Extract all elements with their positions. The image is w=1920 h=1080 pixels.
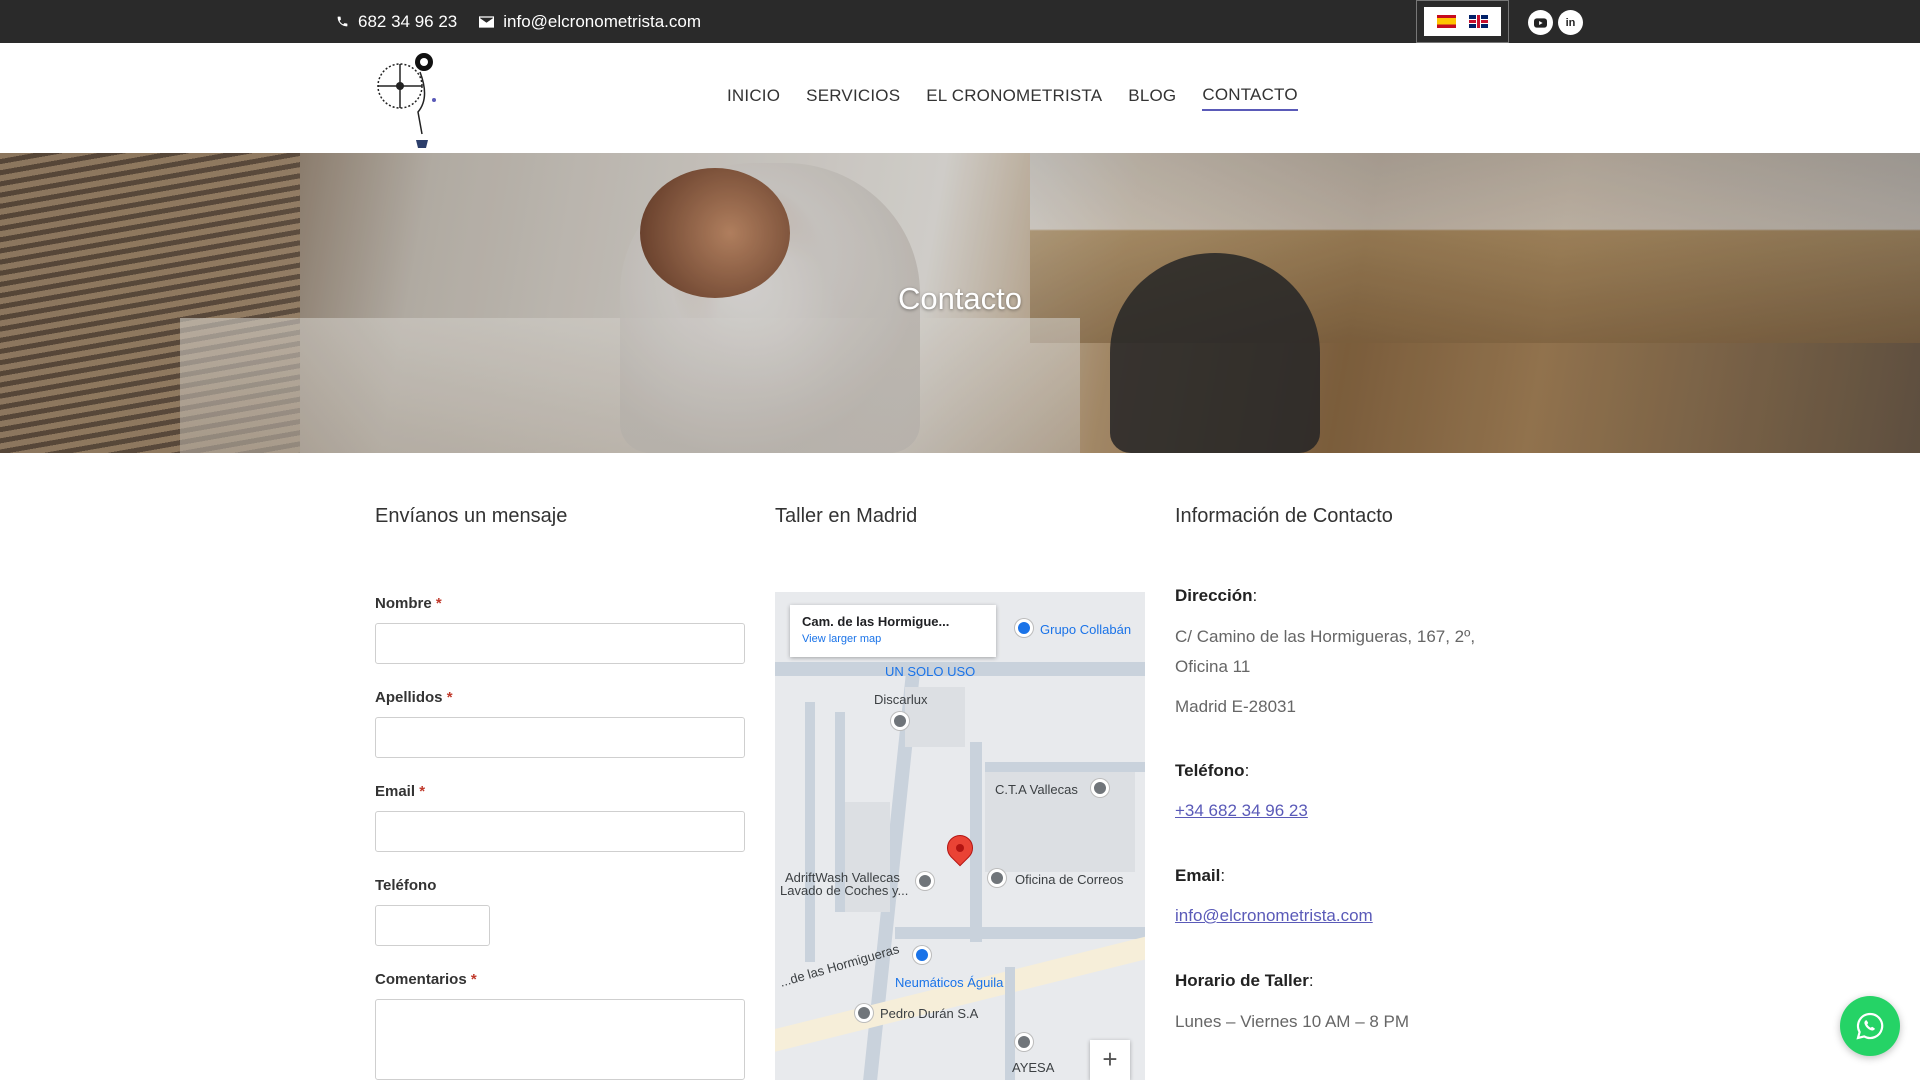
phone-link[interactable]: +34 682 34 96 23: [1175, 801, 1308, 821]
map-street: [775, 933, 1145, 1053]
linkedin-icon[interactable]: in: [1558, 10, 1583, 35]
label-email-text: Email: [375, 783, 416, 800]
colon: :: [1308, 971, 1314, 990]
map-poi-icon[interactable]: [891, 712, 909, 730]
map-label-discarlux: Discarlux: [874, 692, 928, 707]
map-road: [895, 927, 1145, 939]
hours-heading: Horario de Taller:: [1175, 971, 1314, 991]
top-contact: 682 34 96 23 info@elcronometrista.com: [336, 0, 701, 43]
envelope-icon[interactable]: [988, 869, 1006, 887]
colon: :: [1244, 761, 1250, 780]
whatsapp-icon: [1856, 1012, 1884, 1040]
site-header: INICIO SERVICIOS EL CRONOMETRISTA BLOG C…: [0, 43, 1920, 153]
phone-icon: [337, 16, 348, 27]
nav-servicios[interactable]: SERVICIOS: [806, 86, 900, 110]
top-bar: 682 34 96 23 info@elcronometrista.com in: [0, 0, 1920, 43]
social-links: in: [1528, 10, 1583, 35]
top-email-text: info@elcronometrista.com: [503, 11, 701, 31]
address-line1: C/ Camino de las Hormigueras, 167, 2º, O…: [1175, 627, 1476, 676]
map-info-card: Cam. de las Hormigue... View larger map: [790, 605, 996, 657]
label-nombre: Nombre *: [375, 595, 442, 612]
map-road: [985, 762, 1145, 772]
envelope-icon: [479, 15, 495, 28]
email-link[interactable]: info@elcronometrista.com: [1175, 906, 1373, 926]
map-label-neumaticos: Neumáticos Águila: [895, 975, 1004, 990]
map-poi-icon[interactable]: [913, 946, 931, 964]
required-mark: *: [446, 689, 453, 706]
map-poi-icon[interactable]: [1015, 619, 1033, 637]
label-apellidos-text: Apellidos: [375, 689, 443, 706]
map-poi-icon[interactable]: [1015, 1033, 1033, 1051]
language-switcher: [1416, 0, 1509, 43]
spain-flag-icon[interactable]: [1436, 15, 1456, 28]
label-nombre-text: Nombre: [375, 595, 432, 612]
map-label-ayesa: AYESA: [1012, 1060, 1055, 1075]
label-telefono-text: Teléfono: [375, 877, 437, 894]
top-phone[interactable]: 682 34 96 23: [336, 12, 457, 32]
label-comentarios-text: Comentarios: [375, 971, 467, 988]
email-heading: Email:: [1175, 866, 1225, 886]
address-heading: Dirección:: [1175, 586, 1257, 606]
nombre-input[interactable]: [375, 623, 745, 664]
map-title: Taller en Madrid: [775, 505, 918, 527]
form-title: Envíanos un mensaje: [375, 505, 568, 527]
apellidos-input[interactable]: [375, 717, 745, 758]
logo-icon[interactable]: [372, 48, 447, 152]
map-label-cta-vallecas: C.T.A Vallecas: [995, 782, 1078, 797]
map-label-un-solo-uso: UN SOLO USO: [885, 664, 976, 679]
map-label-pedro-duran: Pedro Durán S.A: [880, 1006, 979, 1021]
map-poi-icon[interactable]: [1091, 779, 1109, 797]
hours-text: Lunes – Viernes 10 AM – 8 PM: [1175, 1012, 1410, 1031]
map-zoom-in-button[interactable]: +: [1090, 1040, 1130, 1080]
map-road: [805, 702, 815, 962]
email-input[interactable]: [375, 811, 745, 852]
label-apellidos: Apellidos *: [375, 689, 453, 706]
view-larger-map-link[interactable]: View larger map: [802, 633, 984, 645]
youtube-icon[interactable]: [1528, 10, 1553, 35]
comentarios-textarea[interactable]: [375, 999, 745, 1080]
map-label-lavado: Lavado de Coches y...: [780, 883, 909, 898]
required-mark: *: [435, 595, 442, 612]
phone-heading: Teléfono:: [1175, 761, 1249, 781]
map-card-title: Cam. de las Hormigue...: [802, 614, 950, 629]
phone-label: Teléfono: [1175, 761, 1245, 780]
main-nav: INICIO SERVICIOS EL CRONOMETRISTA BLOG C…: [727, 43, 1298, 153]
nav-blog[interactable]: BLOG: [1128, 86, 1176, 110]
colon: :: [1220, 866, 1226, 885]
map-poi-icon[interactable]: [916, 872, 934, 890]
map-poi-icon[interactable]: [855, 1004, 873, 1022]
google-map[interactable]: Cam. de las Hormigue... View larger map …: [775, 592, 1145, 1080]
email-label: Email: [1175, 866, 1221, 885]
nav-contacto[interactable]: CONTACTO: [1202, 85, 1298, 111]
uk-flag-icon[interactable]: [1469, 15, 1489, 28]
hero-banner: Contacto: [0, 153, 1920, 453]
contact-info-title: Información de Contacto: [1175, 505, 1393, 527]
map-label-oficina-correos: Oficina de Correos: [1015, 872, 1124, 887]
whatsapp-button[interactable]: [1840, 996, 1900, 1056]
top-phone-text: 682 34 96 23: [358, 11, 458, 31]
page-title: Contacto: [897, 281, 1023, 316]
telefono-input[interactable]: [375, 905, 490, 946]
label-email: Email *: [375, 783, 425, 800]
label-telefono: Teléfono: [375, 877, 436, 894]
required-mark: *: [470, 971, 477, 988]
required-mark: *: [419, 783, 426, 800]
top-email[interactable]: info@elcronometrista.com: [479, 12, 701, 32]
address-line2: Madrid E-28031: [1175, 697, 1296, 716]
map-label-grupo-collaban: Grupo Collabán: [1040, 622, 1132, 637]
colon: :: [1252, 586, 1258, 605]
nav-inicio[interactable]: INICIO: [727, 86, 780, 110]
address-label: Dirección: [1175, 586, 1253, 605]
label-comentarios: Comentarios *: [375, 971, 477, 988]
nav-el-cronometrista[interactable]: EL CRONOMETRISTA: [926, 86, 1102, 110]
hours-label: Horario de Taller: [1175, 971, 1309, 990]
